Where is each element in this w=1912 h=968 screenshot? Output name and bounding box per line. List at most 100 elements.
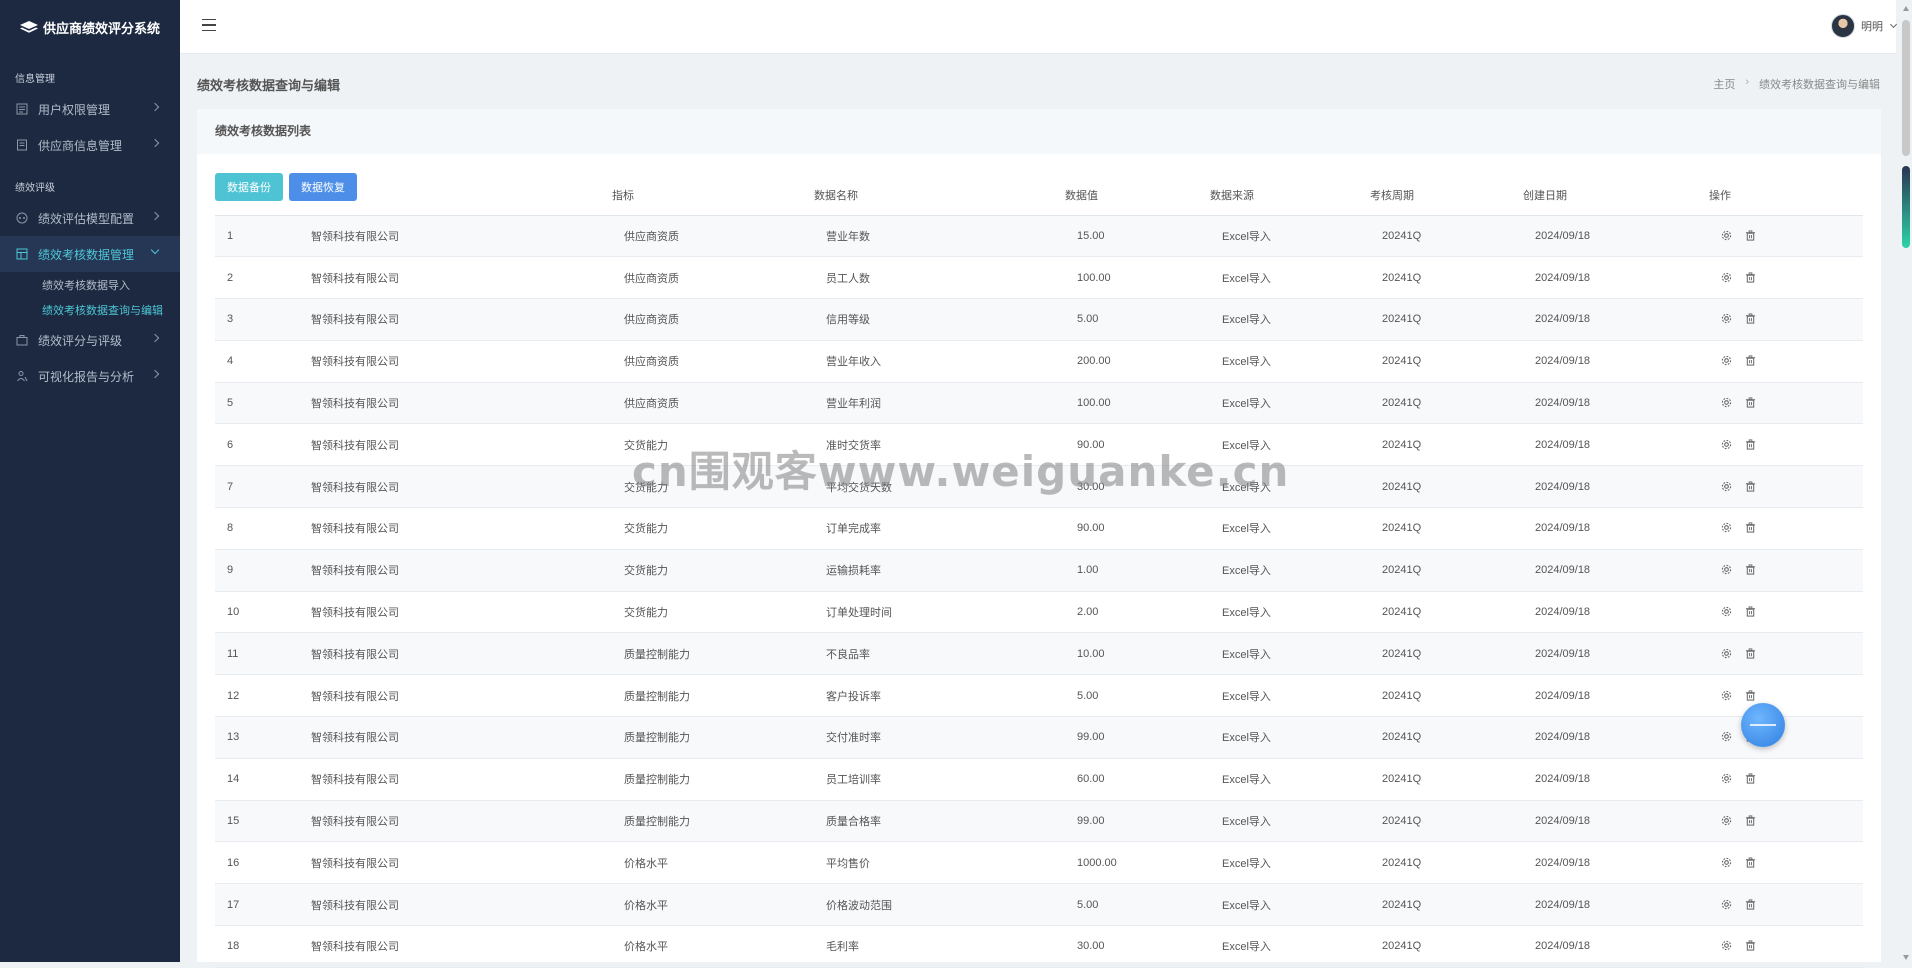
app-logo[interactable]: 供应商绩效评分系统: [0, 0, 180, 54]
table-row[interactable]: 15 智领科技有限公司 质量控制能力 质量合格率 99.00 Excel导入 20241Q 2…: [215, 800, 1863, 843]
column-header: 考核周期: [1370, 181, 1523, 216]
settings-icon[interactable]: [1721, 857, 1733, 869]
table-cell: 2024/09/18: [1523, 800, 1709, 843]
column-header: 指标: [612, 181, 814, 216]
settings-icon[interactable]: [1721, 522, 1733, 534]
section-label-rating: 绩效评级: [15, 183, 55, 194]
settings-icon[interactable]: [1721, 690, 1733, 702]
table-actions-cell: [1709, 256, 1863, 300]
settings-icon[interactable]: [1721, 397, 1733, 409]
delete-icon[interactable]: [1745, 857, 1757, 869]
table-cell: 20241Q: [1370, 340, 1523, 383]
scroll-up-icon[interactable]: [1903, 6, 1909, 11]
table-cell: 2024/09/18: [1523, 298, 1709, 341]
table-row[interactable]: 12 智领科技有限公司 质量控制能力 客户投诉率 5.00 Excel导入 20241Q 20…: [215, 674, 1863, 718]
chevron-right-icon: [150, 102, 160, 112]
delete-icon[interactable]: [1745, 648, 1757, 660]
sidebar-item-scoring[interactable]: 绩效评分与评级: [0, 322, 180, 358]
scrollbar-thumb[interactable]: [1902, 20, 1910, 156]
table-row[interactable]: 9 智领科技有限公司 交货能力 运输损耗率 1.00 Excel导入 20241Q 2024/…: [215, 549, 1863, 592]
settings-icon[interactable]: [1721, 731, 1733, 743]
table-actions-cell: [1709, 883, 1863, 927]
top-bar: 明明: [180, 0, 1898, 54]
table-cell: 平均交货天数: [814, 465, 1065, 509]
delete-icon[interactable]: [1745, 439, 1757, 451]
delete-icon[interactable]: [1745, 773, 1757, 785]
table-row[interactable]: 10 智领科技有限公司 交货能力 订单处理时间 2.00 Excel导入 20241Q 202…: [215, 591, 1863, 634]
delete-icon[interactable]: [1745, 940, 1757, 952]
table-cell: 智领科技有限公司: [311, 340, 612, 383]
delete-icon[interactable]: [1745, 899, 1757, 911]
sidebar-item-data-management[interactable]: 绩效考核数据管理: [0, 236, 180, 272]
table-row[interactable]: 7 智领科技有限公司 交货能力 平均交货天数 30.00 Excel导入 20241Q 202…: [215, 465, 1863, 509]
delete-icon[interactable]: [1745, 606, 1757, 618]
settings-icon[interactable]: [1721, 648, 1733, 660]
menu-toggle-icon[interactable]: [202, 19, 216, 31]
delete-icon[interactable]: [1745, 564, 1757, 576]
sidebar-item-reports[interactable]: 可视化报告与分析: [0, 358, 180, 394]
user-menu[interactable]: 明明: [1831, 14, 1898, 38]
settings-icon[interactable]: [1721, 940, 1733, 952]
sidebar-item-user-permissions[interactable]: 用户权限管理: [0, 91, 180, 127]
table-row[interactable]: 5 智领科技有限公司 供应商资质 营业年利润 100.00 Excel导入 20241Q 20…: [215, 382, 1863, 425]
avatar[interactable]: [1831, 14, 1855, 38]
table-row[interactable]: 13 智领科技有限公司 质量控制能力 交付准时率 99.00 Excel导入 20241Q 2…: [215, 716, 1863, 759]
table-cell: 智领科技有限公司: [311, 674, 612, 718]
table-cell: 2024/09/18: [1523, 465, 1709, 509]
settings-icon[interactable]: [1721, 773, 1733, 785]
table-row[interactable]: 4 智领科技有限公司 供应商资质 营业年收入 200.00 Excel导入 20241Q 20…: [215, 340, 1863, 383]
table-actions-cell: [1709, 800, 1863, 843]
sidebar-item-model-config[interactable]: 绩效评估模型配置: [0, 200, 180, 236]
floating-assistant-button[interactable]: [1741, 703, 1785, 747]
column-header: 创建日期: [1523, 181, 1709, 216]
page-scrollbar[interactable]: [1902, 6, 1910, 962]
delete-icon[interactable]: [1745, 397, 1757, 409]
table-cell: 员工人数: [814, 256, 1065, 300]
table-cell: Excel导入: [1210, 215, 1370, 258]
delete-icon[interactable]: [1745, 230, 1757, 242]
settings-icon[interactable]: [1721, 272, 1733, 284]
table-row[interactable]: 2 智领科技有限公司 供应商资质 员工人数 100.00 Excel导入 20241Q 202…: [215, 256, 1863, 300]
table-row[interactable]: 14 智领科技有限公司 质量控制能力 员工培训率 60.00 Excel导入 20241Q 2…: [215, 758, 1863, 801]
table-cell: 智领科技有限公司: [311, 423, 612, 467]
table-row[interactable]: 1 智领科技有限公司 供应商资质 营业年数 15.00 Excel导入 20241Q 2024…: [215, 215, 1863, 258]
table-row[interactable]: 18 智领科技有限公司 价格水平 毛利率 30.00 Excel导入 20241Q 2024/…: [215, 925, 1863, 968]
delete-icon[interactable]: [1745, 313, 1757, 325]
delete-icon[interactable]: [1745, 272, 1757, 284]
table-cell: Excel导入: [1210, 925, 1370, 968]
table-row[interactable]: 3 智领科技有限公司 供应商资质 信用等级 5.00 Excel导入 20241Q 2024/…: [215, 298, 1863, 341]
table-cell: 2.00: [1065, 591, 1210, 634]
table-row[interactable]: 8 智领科技有限公司 交货能力 订单完成率 90.00 Excel导入 20241Q 2024…: [215, 507, 1863, 550]
settings-icon[interactable]: [1721, 481, 1733, 493]
breadcrumb-home[interactable]: 主页: [1713, 76, 1735, 92]
table-cell: 20241Q: [1370, 591, 1523, 634]
settings-icon[interactable]: [1721, 899, 1733, 911]
scroll-down-icon[interactable]: [1903, 955, 1909, 960]
table-cell: Excel导入: [1210, 298, 1370, 341]
table-row[interactable]: 16 智领科技有限公司 价格水平 平均售价 1000.00 Excel导入 20241Q 20…: [215, 841, 1863, 885]
settings-icon[interactable]: [1721, 439, 1733, 451]
table-row[interactable]: 11 智领科技有限公司 质量控制能力 不良品率 10.00 Excel导入 20241Q 20…: [215, 632, 1863, 676]
table-cell: Excel导入: [1210, 256, 1370, 300]
delete-icon[interactable]: [1745, 481, 1757, 493]
settings-icon[interactable]: [1721, 564, 1733, 576]
table-cell: 12: [215, 674, 311, 718]
column-header: [311, 181, 612, 216]
table-cell: 智领科技有限公司: [311, 758, 612, 801]
table-cell: 20241Q: [1370, 215, 1523, 258]
settings-icon[interactable]: [1721, 815, 1733, 827]
delete-icon[interactable]: [1745, 522, 1757, 534]
table-row[interactable]: 6 智领科技有限公司 交货能力 准时交货率 90.00 Excel导入 20241Q 2024…: [215, 423, 1863, 467]
sidebar-subitem-data-import[interactable]: 绩效考核数据导入: [0, 272, 180, 297]
table-cell: 2: [215, 256, 311, 300]
settings-icon[interactable]: [1721, 313, 1733, 325]
delete-icon[interactable]: [1745, 815, 1757, 827]
settings-icon[interactable]: [1721, 355, 1733, 367]
sidebar-item-supplier-info[interactable]: 供应商信息管理: [0, 127, 180, 163]
delete-icon[interactable]: [1745, 690, 1757, 702]
settings-icon[interactable]: [1721, 230, 1733, 242]
table-row[interactable]: 17 智领科技有限公司 价格水平 价格波动范围 5.00 Excel导入 20241Q 202…: [215, 883, 1863, 927]
settings-icon[interactable]: [1721, 606, 1733, 618]
delete-icon[interactable]: [1745, 355, 1757, 367]
sidebar-subitem-data-query[interactable]: 绩效考核数据查询与编辑: [0, 297, 180, 322]
